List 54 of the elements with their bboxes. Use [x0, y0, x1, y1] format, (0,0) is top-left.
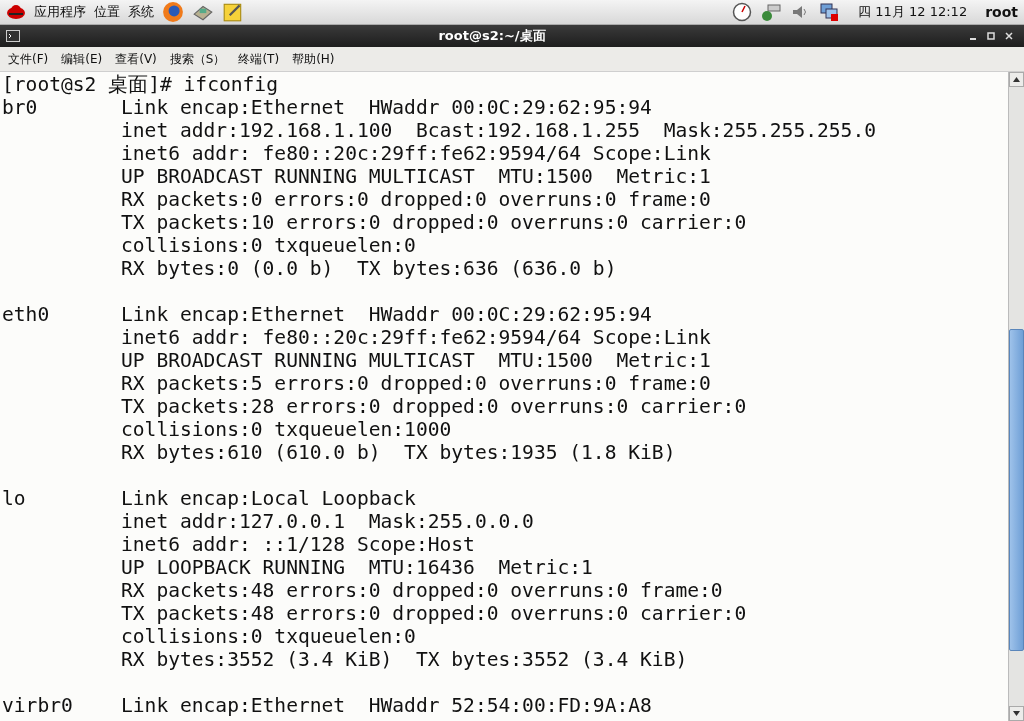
- output-line: collisions:0 txqueuelen:0: [121, 625, 416, 648]
- output-line: collisions:0 txqueuelen:0: [121, 234, 416, 257]
- interface-name: virbr0: [2, 694, 74, 717]
- output-line: inet6 addr: fe80::20c:29ff:fe62:9594/64 Scope:Link: [121, 142, 711, 165]
- gauge-icon[interactable]: [732, 2, 753, 22]
- menu-item[interactable]: 帮助(H): [292, 50, 335, 68]
- output-line: TX packets:28 errors:0 dropped:0 overruns:0 carrier:0: [121, 395, 747, 418]
- hat-logo-icon[interactable]: [6, 2, 26, 22]
- output-line: Link encap:Ethernet HWaddr 52:54:00:FD:9A:A8: [121, 694, 652, 717]
- interface-name: br0: [2, 96, 39, 119]
- panel-menu[interactable]: 应用程序: [34, 3, 86, 21]
- globe-icon[interactable]: [162, 1, 184, 23]
- output-line: RX bytes:3552 (3.4 KiB) TX bytes:3552 (3.4 KiB): [121, 648, 688, 671]
- output-line: inet6 addr: ::1/128 Scope:Host: [121, 533, 475, 556]
- output-line: UP BROADCAST RUNNING MULTICAST MTU:1500 Metric:1: [121, 349, 711, 372]
- output-line: Link encap:Ethernet HWaddr 00:0C:29:62:95:94: [121, 303, 652, 326]
- menu-item[interactable]: 编辑(E): [61, 50, 103, 68]
- network-icon[interactable]: [760, 2, 783, 22]
- output-line: RX packets:0 errors:0 dropped:0 overruns:0 frame:0: [121, 188, 711, 211]
- clock[interactable]: 四 11月 12 12:12: [858, 3, 968, 21]
- output-line: RX bytes:610 (610.0 b) TX bytes:1935 (1.8 KiB): [121, 441, 676, 464]
- output-line: UP LOOPBACK RUNNING MTU:16436 Metric:1: [121, 556, 593, 579]
- output-line: UP BROADCAST RUNNING MULTICAST MTU:1500 Metric:1: [121, 165, 711, 188]
- panel-menu[interactable]: 位置: [94, 3, 120, 21]
- menu-item[interactable]: 终端(T): [238, 50, 280, 68]
- prompt-line: [root@s2 桌面]# ifconfig: [2, 73, 278, 96]
- maximize-icon[interactable]: [987, 32, 995, 40]
- output-line: TX packets:48 errors:0 dropped:0 overruns:0 carrier:0: [121, 602, 747, 625]
- interface-name: eth0: [2, 303, 51, 326]
- network-offline-icon[interactable]: [818, 2, 841, 22]
- output-line: TX packets:10 errors:0 dropped:0 overruns:0 carrier:0: [121, 211, 747, 234]
- output-line: RX packets:48 errors:0 dropped:0 overruns:0 frame:0: [121, 579, 723, 602]
- interface-name: lo: [2, 487, 27, 510]
- menu-item[interactable]: 文件(F): [8, 50, 49, 68]
- output-line: inet addr:192.168.1.100 Bcast:192.168.1.255 Mask:255.255.255.0: [121, 119, 876, 142]
- close-icon[interactable]: [1005, 32, 1013, 40]
- output-line: RX packets:5 errors:0 dropped:0 overruns:0 frame:0: [121, 372, 711, 395]
- output-line: inet6 addr: fe80::20c:29ff:fe62:9594/64 Scope:Link: [121, 326, 711, 349]
- terminal-icon: [6, 30, 20, 42]
- output-line: inet addr:127.0.0.1 Mask:255.0.0.0: [121, 510, 534, 533]
- notepad-icon[interactable]: [222, 1, 244, 23]
- scrollbar-thumb[interactable]: [1009, 329, 1024, 651]
- scroll-up-icon[interactable]: [1009, 72, 1024, 87]
- window-title: root@s2:~/桌面: [437, 27, 547, 45]
- output-line: Link encap:Ethernet HWaddr 00:0C:29:62:95:94: [121, 96, 652, 119]
- output-line: Link encap:Local Loopback: [121, 487, 416, 510]
- user-name[interactable]: root: [985, 4, 1018, 20]
- menu-item[interactable]: 搜索（S）: [169, 50, 226, 68]
- scrollbar[interactable]: [1008, 72, 1024, 721]
- output-line: RX bytes:0 (0.0 b) TX bytes:636 (636.0 b): [121, 257, 617, 280]
- panel-menu[interactable]: 系统: [128, 3, 154, 21]
- menu-item[interactable]: 查看(V): [115, 50, 157, 68]
- output-line: collisions:0 txqueuelen:1000: [121, 418, 452, 441]
- scroll-down-icon[interactable]: [1009, 706, 1024, 721]
